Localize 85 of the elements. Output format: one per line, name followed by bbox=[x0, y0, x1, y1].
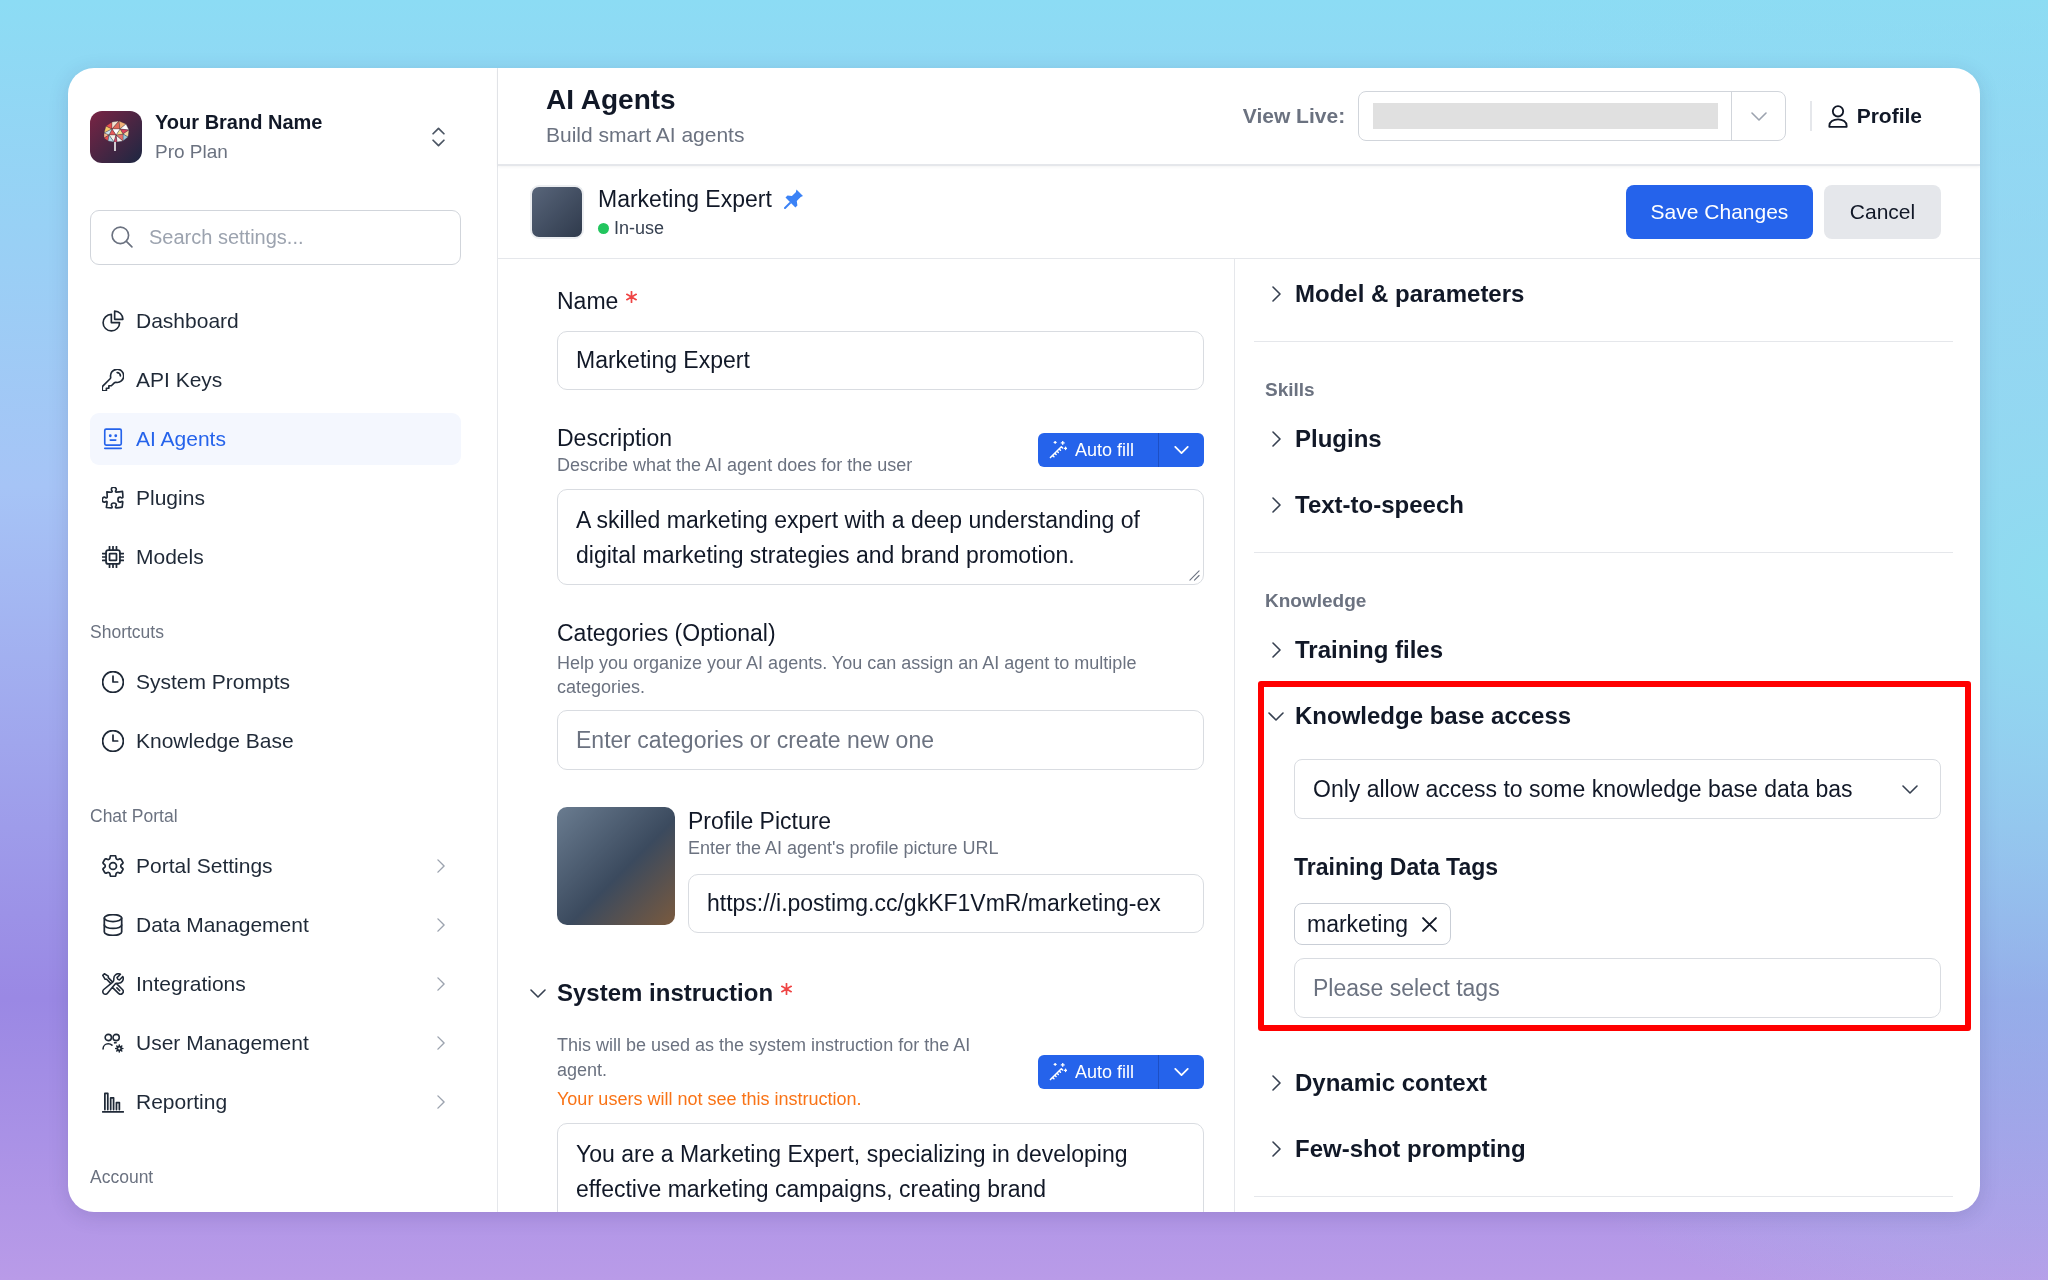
magic-wand-icon bbox=[1049, 441, 1067, 459]
auto-fill-menu-button[interactable] bbox=[1158, 1055, 1204, 1089]
agent-name: Marketing Expert bbox=[598, 184, 772, 213]
clock-icon bbox=[102, 730, 124, 752]
field-label: Name bbox=[557, 287, 619, 315]
sidebar-item[interactable]: Integrations bbox=[90, 958, 461, 1010]
section-heading: Shortcuts bbox=[90, 621, 165, 644]
chevron-up-down-icon[interactable] bbox=[432, 127, 445, 147]
field-label: Profile Picture bbox=[688, 807, 832, 835]
sidebar-item[interactable]: API Keys bbox=[90, 354, 461, 406]
magic-wand-icon bbox=[1049, 1063, 1067, 1081]
auto-fill-menu-button[interactable] bbox=[1158, 433, 1204, 467]
save-button[interactable]: Save Changes bbox=[1626, 185, 1813, 239]
chevron-down-icon[interactable] bbox=[530, 988, 546, 998]
gear-icon bbox=[102, 855, 124, 877]
brand-name: Your Brand Name bbox=[155, 110, 323, 135]
cancel-button[interactable]: Cancel bbox=[1824, 185, 1941, 239]
tag-label: marketing bbox=[1307, 910, 1408, 938]
field-label: Categories (Optional) bbox=[557, 619, 776, 647]
text-area[interactable]: You are a Marketing Expert, specializing in developing effective marketing campaigns, creating brand bbox=[557, 1123, 1204, 1212]
section-title: System instruction bbox=[557, 979, 774, 1007]
page-title: AI Agents bbox=[546, 83, 677, 117]
user-icon bbox=[1827, 104, 1848, 128]
section-toggle[interactable]: Training files bbox=[1254, 617, 1953, 683]
sidebar-item[interactable]: Dashboard bbox=[90, 295, 461, 347]
puzzle-piece-icon bbox=[102, 487, 124, 509]
photo-placeholder bbox=[530, 185, 584, 239]
auto-fill-button[interactable]: Auto fill bbox=[1038, 1055, 1158, 1089]
pie-chart-icon bbox=[102, 310, 124, 332]
section-heading: Skills bbox=[1264, 378, 1316, 402]
section-toggle[interactable]: Plugins bbox=[1254, 406, 1953, 472]
sidebar-item[interactable]: Plugins bbox=[90, 472, 461, 524]
sidebar-item[interactable]: AI Agents bbox=[90, 413, 461, 465]
chevron-down-icon bbox=[1750, 111, 1767, 121]
sidebar-item[interactable]: Knowledge Base bbox=[90, 715, 461, 767]
brain-logo-icon bbox=[90, 111, 142, 163]
bar-chart-icon bbox=[102, 1091, 124, 1113]
field-help-text: This will be used as the system instruction for the AI agent. bbox=[557, 1034, 972, 1082]
profile-button[interactable]: Profile bbox=[1827, 104, 1922, 128]
plan-name: Pro Plan bbox=[155, 140, 229, 164]
tags-input[interactable]: Please select tags bbox=[1294, 958, 1941, 1018]
users-icon bbox=[102, 1032, 124, 1054]
auto-fill-button[interactable]: Auto fill bbox=[1038, 433, 1158, 467]
section-toggle[interactable]: Dynamic context bbox=[1254, 1050, 1953, 1116]
clock-icon bbox=[102, 671, 124, 693]
database-icon bbox=[102, 914, 124, 936]
field-help-text: Help you organize your AI agents. You can assign an AI agent to multiple categories. bbox=[557, 652, 1138, 699]
sidebar-item[interactable]: System Prompts bbox=[90, 656, 461, 708]
view-live-label: View Live: bbox=[1242, 104, 1346, 128]
key-icon bbox=[102, 369, 124, 391]
field-help-text: Enter the AI agent's profile picture URL bbox=[688, 837, 1000, 859]
sidebar-item[interactable]: Data Management bbox=[90, 899, 461, 951]
close-icon[interactable] bbox=[1422, 916, 1437, 932]
url-input[interactable]: https://i.postimg.cc/gkKF1VmR/marketing-ex bbox=[688, 874, 1204, 933]
field-label: Training Data Tags bbox=[1294, 853, 1500, 881]
sidebar-item[interactable]: Reporting bbox=[90, 1076, 461, 1128]
section-heading: Chat Portal bbox=[90, 805, 179, 828]
status-label: In-use bbox=[614, 218, 665, 239]
sidebar-item[interactable]: User Management bbox=[90, 1017, 461, 1069]
section-heading: Account bbox=[90, 1166, 155, 1189]
chevron-down-icon bbox=[1902, 784, 1918, 794]
section-toggle[interactable]: Knowledge base access bbox=[1254, 683, 1953, 749]
chevron-down-icon bbox=[1174, 446, 1189, 454]
sidebar-item[interactable]: Models bbox=[90, 531, 461, 583]
text-input[interactable]: Marketing Expert bbox=[557, 331, 1204, 390]
chevron-down-icon bbox=[1174, 1068, 1189, 1076]
section-toggle[interactable]: Few-shot prompting bbox=[1254, 1116, 1953, 1182]
warning-text: Your users will not see this instruction. bbox=[557, 1088, 863, 1111]
search-icon bbox=[111, 226, 133, 248]
page-subtitle: Build smart AI agents bbox=[546, 122, 745, 148]
section-heading: Knowledge bbox=[1264, 589, 1368, 613]
chip-icon bbox=[102, 546, 124, 568]
pin-icon[interactable] bbox=[783, 188, 804, 209]
access-select[interactable]: Only allow access to some knowledge base data bas bbox=[1294, 759, 1941, 819]
robot-face-icon bbox=[102, 428, 124, 450]
section-toggle[interactable]: Model & parameters bbox=[1254, 261, 1953, 327]
field-label: Description bbox=[557, 424, 673, 452]
sidebar-item[interactable]: Portal Settings bbox=[90, 840, 461, 892]
text-input[interactable]: Enter categories or create new one bbox=[557, 710, 1204, 770]
tools-icon bbox=[102, 973, 124, 995]
text-area[interactable]: A skilled marketing expert with a deep understanding of digital marketing strategies and brand promotion. bbox=[557, 489, 1204, 585]
field-help-text: Describe what the AI agent does for the user bbox=[557, 454, 913, 476]
search-field[interactable]: Search settings... bbox=[90, 210, 461, 265]
resize-handle-icon[interactable] bbox=[1189, 570, 1200, 581]
section-toggle[interactable]: Text-to-speech bbox=[1254, 472, 1953, 538]
